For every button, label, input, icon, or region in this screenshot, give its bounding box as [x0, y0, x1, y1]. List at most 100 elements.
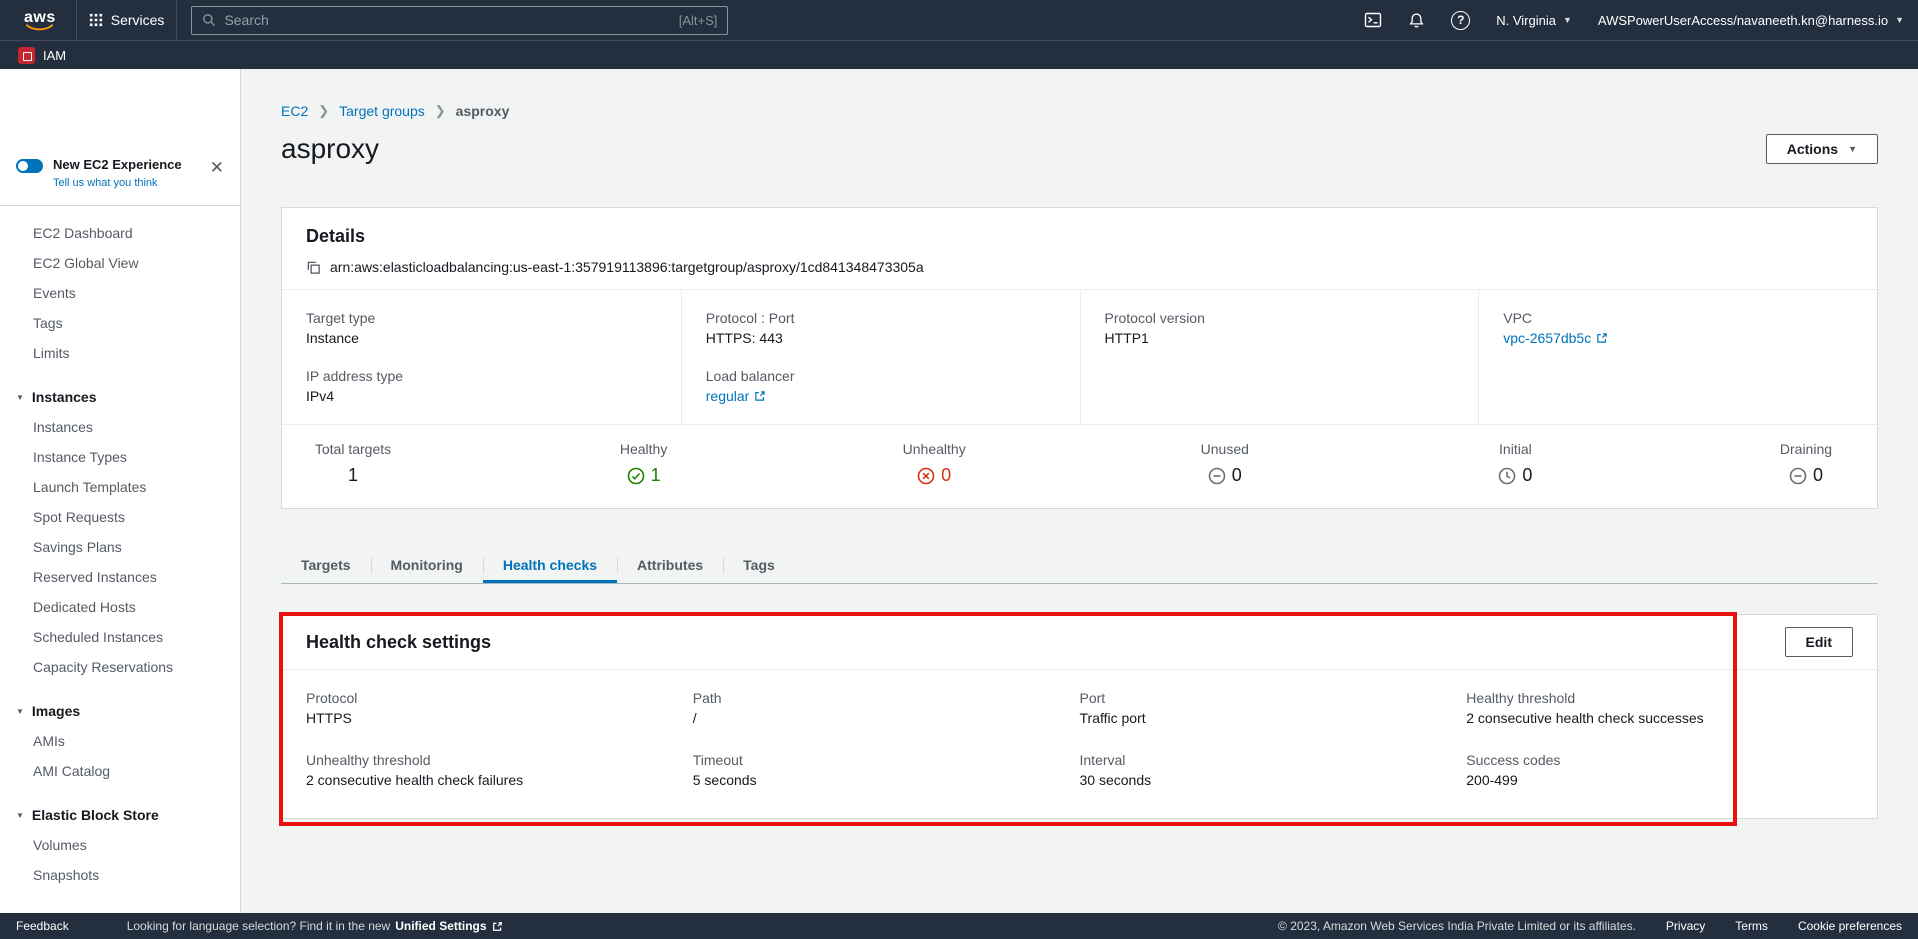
sidebar-item-reserved-instances[interactable]: Reserved Instances: [0, 562, 240, 592]
new-ec2-experience-toggle[interactable]: [16, 159, 43, 173]
services-menu-button[interactable]: Services: [76, 0, 178, 40]
sidebar-item-ami-catalog[interactable]: AMI Catalog: [0, 756, 240, 786]
privacy-link[interactable]: Privacy: [1666, 919, 1705, 933]
breadcrumb-ec2[interactable]: EC2: [281, 103, 308, 119]
details-column-2: Protocol : Port HTTPS: 443 Load balancer…: [681, 290, 1080, 424]
grid-icon: [89, 13, 103, 27]
field-label: Protocol version: [1105, 310, 1455, 326]
stat-value: 0: [917, 465, 951, 486]
field-value: Instance: [306, 330, 657, 346]
breadcrumb-target-groups[interactable]: Target groups: [339, 103, 425, 119]
page-header: asproxy Actions ▼: [281, 133, 1878, 165]
details-column-4: VPC vpc-2657db5c: [1478, 290, 1877, 424]
copy-icon[interactable]: [306, 260, 321, 275]
field-label: VPC: [1503, 310, 1853, 326]
tab-targets[interactable]: Targets: [281, 547, 371, 583]
details-grid: Target type Instance IP address type IPv…: [282, 290, 1877, 424]
stat-total-targets: Total targets 1: [310, 441, 396, 486]
field-label: IP address type: [306, 368, 657, 384]
sidebar-section-images[interactable]: ▼ Images: [0, 696, 240, 726]
unified-settings-link[interactable]: Unified Settings: [395, 919, 486, 933]
field-value: 30 seconds: [1080, 772, 1467, 788]
minus-circle-icon: [1789, 467, 1807, 485]
minus-circle-icon: [1208, 467, 1226, 485]
region-selector[interactable]: N. Virginia ▼: [1496, 13, 1572, 28]
tab-attributes[interactable]: Attributes: [617, 547, 723, 583]
new-ec2-experience-panel: New EC2 Experience Tell us what you thin…: [0, 69, 240, 206]
vpc-link[interactable]: vpc-2657db5c: [1503, 330, 1591, 346]
field-value: Traffic port: [1080, 710, 1467, 726]
field-vpc: VPC vpc-2657db5c: [1503, 310, 1853, 346]
sidebar-item-events[interactable]: Events: [0, 278, 240, 308]
close-icon[interactable]: ✕: [210, 159, 224, 176]
footer: Feedback Looking for language selection?…: [0, 913, 1918, 939]
feedback-link[interactable]: Feedback: [16, 919, 69, 933]
iam-favorite-link[interactable]: IAM: [43, 48, 66, 63]
search-input[interactable]: [224, 12, 670, 28]
stat-label: Draining: [1780, 441, 1832, 457]
field-label: Protocol: [306, 690, 693, 706]
tab-monitoring[interactable]: Monitoring: [371, 547, 483, 583]
sidebar-item-dedicated-hosts[interactable]: Dedicated Hosts: [0, 592, 240, 622]
tab-tags[interactable]: Tags: [723, 547, 795, 583]
field-label: Path: [693, 690, 1080, 706]
sidebar-item-snapshots[interactable]: Snapshots: [0, 860, 240, 890]
search-box[interactable]: [Alt+S]: [191, 6, 728, 35]
sidebar-item-capacity-reservations[interactable]: Capacity Reservations: [0, 652, 240, 682]
sidebar-item-instance-types[interactable]: Instance Types: [0, 442, 240, 472]
sidebar-item-amis[interactable]: AMIs: [0, 726, 240, 756]
actions-label: Actions: [1787, 141, 1838, 157]
notifications-button[interactable]: [1408, 12, 1425, 29]
cookie-preferences-link[interactable]: Cookie preferences: [1798, 919, 1902, 933]
sidebar-item-savings-plans[interactable]: Savings Plans: [0, 532, 240, 562]
sidebar-section-label: Images: [32, 703, 80, 719]
sidebar-item-spot-requests[interactable]: Spot Requests: [0, 502, 240, 532]
field-value: IPv4: [306, 388, 657, 404]
sidebar-section-instances[interactable]: ▼ Instances: [0, 382, 240, 412]
load-balancer-link[interactable]: regular: [706, 388, 750, 404]
top-nav-left: aws Services [Alt+S]: [14, 0, 728, 40]
sidebar-item-limits[interactable]: Limits: [0, 338, 240, 368]
tab-health-checks[interactable]: Health checks: [483, 547, 617, 583]
stat-draining: Draining 0: [1763, 441, 1849, 486]
new-ec2-experience-title: New EC2 Experience: [53, 157, 182, 172]
tell-us-link[interactable]: Tell us what you think: [53, 177, 182, 189]
field-value: 5 seconds: [693, 772, 1080, 788]
field-success-codes: Success codes 200-499: [1466, 752, 1853, 788]
field-label: Success codes: [1466, 752, 1853, 768]
language-text: Looking for language selection? Find it …: [127, 919, 391, 933]
terms-link[interactable]: Terms: [1735, 919, 1768, 933]
sidebar-section-label: Elastic Block Store: [32, 807, 159, 823]
sidebar-item-tags[interactable]: Tags: [0, 308, 240, 338]
stat-label: Unhealthy: [903, 441, 966, 457]
sidebar-item-launch-templates[interactable]: Launch Templates: [0, 472, 240, 502]
edit-button[interactable]: Edit: [1785, 627, 1853, 657]
field-label: Protocol : Port: [706, 310, 1056, 326]
sidebar-item-scheduled-instances[interactable]: Scheduled Instances: [0, 622, 240, 652]
account-menu[interactable]: AWSPowerUserAccess/navaneeth.kn@harness.…: [1598, 13, 1904, 28]
top-nav-right: ? N. Virginia ▼ AWSPowerUserAccess/navan…: [1364, 11, 1904, 30]
sidebar-section-elastic-block-store[interactable]: ▼ Elastic Block Store: [0, 800, 240, 830]
copyright-text: © 2023, Amazon Web Services India Privat…: [1278, 919, 1636, 933]
cloudshell-button[interactable]: [1364, 11, 1382, 29]
chevron-down-icon: ▼: [1895, 15, 1904, 25]
region-label: N. Virginia: [1496, 13, 1556, 28]
footer-right: © 2023, Amazon Web Services India Privat…: [1278, 919, 1902, 933]
iam-service-icon: [18, 47, 35, 64]
sidebar-item-instances[interactable]: Instances: [0, 412, 240, 442]
field-interval: Interval 30 seconds: [1080, 752, 1467, 788]
arn-value: arn:aws:elasticloadbalancing:us-east-1:3…: [330, 259, 924, 275]
health-check-grid: Protocol HTTPS Path / Port Traffic port …: [282, 670, 1877, 818]
tab-bar: Targets Monitoring Health checks Attribu…: [281, 547, 1878, 584]
field-label: Unhealthy threshold: [306, 752, 693, 768]
field-label: Port: [1080, 690, 1467, 706]
sidebar-item-ec2-global-view[interactable]: EC2 Global View: [0, 248, 240, 278]
health-check-settings-card: Health check settings Edit Protocol HTTP…: [281, 614, 1878, 819]
sidebar-item-volumes[interactable]: Volumes: [0, 830, 240, 860]
help-button[interactable]: ?: [1451, 11, 1470, 30]
actions-button[interactable]: Actions ▼: [1766, 134, 1878, 164]
stat-label: Initial: [1499, 441, 1532, 457]
sidebar-item-ec2-dashboard[interactable]: EC2 Dashboard: [0, 218, 240, 248]
aws-logo[interactable]: aws: [14, 9, 66, 32]
stat-value: 0: [1208, 465, 1242, 486]
